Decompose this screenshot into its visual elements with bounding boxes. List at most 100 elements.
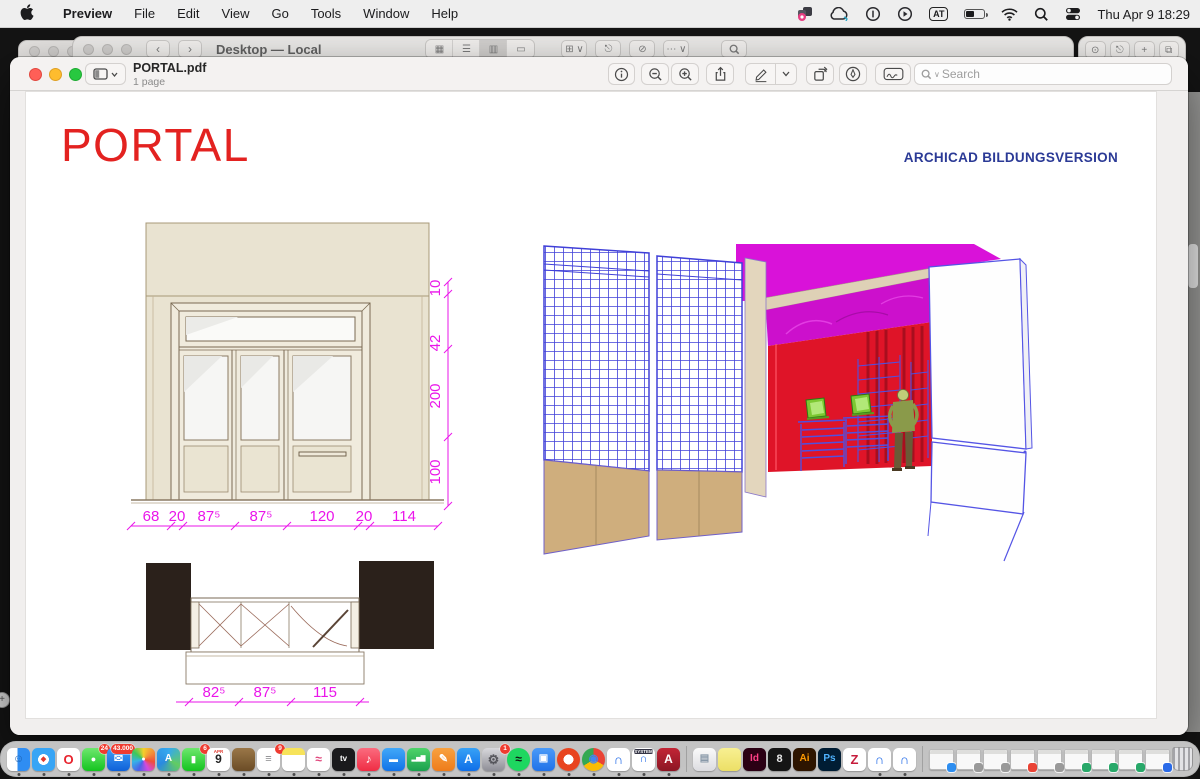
finder-forward-button[interactable]: ›: [178, 40, 202, 58]
highlight-pen-button[interactable]: [839, 63, 867, 85]
dock-zotero[interactable]: Z: [843, 748, 866, 771]
dock-music[interactable]: ♪: [357, 748, 380, 771]
view-gallery-icon[interactable]: ▭: [507, 40, 534, 58]
status-one-icon[interactable]: [865, 0, 881, 28]
search-input[interactable]: [942, 67, 1142, 81]
apple-menu-icon[interactable]: [20, 4, 34, 23]
menu-go[interactable]: Go: [260, 6, 299, 21]
dock-finder[interactable]: ☺: [7, 748, 30, 771]
dock-wave-app[interactable]: ≈: [307, 748, 330, 771]
finder-share-button[interactable]: ⎋: [595, 40, 621, 58]
dock-indesign[interactable]: Id: [743, 748, 766, 771]
dock-min-window-1[interactable]: [929, 749, 954, 770]
dock-calendar[interactable]: APR9: [207, 748, 230, 771]
menu-clock[interactable]: Thu Apr 9 18:29: [1097, 7, 1190, 22]
background-zoom-badge[interactable]: +: [0, 692, 10, 708]
dock-mail[interactable]: ✉43.000: [107, 748, 130, 771]
dock-min-window-9[interactable]: [1145, 749, 1170, 770]
menu-help[interactable]: Help: [420, 6, 469, 21]
dock-chrome[interactable]: ◉: [582, 748, 605, 771]
dock-autocad[interactable]: A: [657, 748, 680, 771]
finder-more-button[interactable]: ⋯ ∨: [663, 40, 689, 58]
dock-stickies[interactable]: [718, 748, 741, 771]
dock-trash-icon[interactable]: [1172, 747, 1193, 771]
menu-file[interactable]: File: [123, 6, 166, 21]
menu-tools[interactable]: Tools: [300, 6, 352, 21]
preview-titlebar[interactable]: PORTAL.pdf 1 page: [10, 57, 1188, 91]
pdf-page[interactable]: PORTAL ARCHICAD BILDUNGSVERSION: [25, 91, 1157, 719]
view-columns-icon[interactable]: ▥: [480, 40, 507, 58]
dock-opera[interactable]: O: [57, 748, 80, 771]
dock-apple-tv[interactable]: tv: [332, 748, 355, 771]
dock-spotify[interactable]: ≈: [507, 748, 530, 771]
finder-tag-button[interactable]: ⊘: [629, 40, 655, 58]
dock-zoom[interactable]: ▣: [532, 748, 555, 771]
battery-icon[interactable]: [964, 9, 985, 19]
finder-group-button[interactable]: ⊞ ∨: [561, 40, 587, 58]
dock-pages[interactable]: ✎: [432, 748, 455, 771]
dock-keynote[interactable]: ▬: [382, 748, 405, 771]
minimize-button[interactable]: [49, 68, 62, 81]
dock-min-window-5[interactable]: [1037, 749, 1062, 770]
dock-archicad-1[interactable]: ∩: [607, 748, 630, 771]
dock-facetime[interactable]: ▮6: [182, 748, 205, 771]
spotlight-search-icon[interactable]: [1034, 0, 1049, 28]
inactive-minimize-button[interactable]: [48, 46, 59, 57]
view-list-icon[interactable]: ☰: [453, 40, 480, 58]
control-center-icon[interactable]: [1065, 0, 1081, 28]
dock-messages[interactable]: ●24: [82, 748, 105, 771]
zoom-button[interactable]: [69, 68, 82, 81]
dock-min-window-6[interactable]: [1064, 749, 1089, 770]
status-app-icon[interactable]: [797, 0, 813, 28]
dock-translate[interactable]: A: [157, 748, 180, 771]
dock-min-window-4[interactable]: [1010, 749, 1035, 770]
signature-button[interactable]: [875, 63, 911, 85]
dock-min-window-3[interactable]: [983, 749, 1008, 770]
dock-archicad-system[interactable]: SYSTEM∩: [632, 748, 655, 771]
cloud-sync-icon[interactable]: [829, 0, 849, 28]
dock-adobe-cc[interactable]: [557, 748, 580, 771]
inactive-zoom-button[interactable]: [121, 44, 132, 55]
close-button[interactable]: [29, 68, 42, 81]
sliver-scroll-thumb[interactable]: [1188, 244, 1198, 288]
menu-view[interactable]: View: [211, 6, 261, 21]
share-button[interactable]: [706, 63, 734, 85]
dock-archicad-2[interactable]: ∩: [868, 748, 891, 771]
inactive-minimize-button[interactable]: [102, 44, 113, 55]
dock-reminders[interactable]: ≡9: [257, 748, 280, 771]
dock-min-window-2[interactable]: [956, 749, 981, 770]
keyboard-layout-indicator[interactable]: AT: [929, 7, 948, 21]
inactive-close-button[interactable]: [29, 46, 40, 57]
dock-settings[interactable]: ⚙1: [482, 748, 505, 771]
dock-min-window-7[interactable]: [1091, 749, 1116, 770]
menu-edit[interactable]: Edit: [166, 6, 210, 21]
wifi-icon[interactable]: [1001, 0, 1018, 28]
play-status-icon[interactable]: [897, 0, 913, 28]
dock-design-8[interactable]: 8: [768, 748, 791, 771]
zoom-out-button[interactable]: [641, 63, 669, 85]
dock-illustrator[interactable]: Ai: [793, 748, 816, 771]
dock-photoshop[interactable]: Ps: [818, 748, 841, 771]
dock-numbers[interactable]: ▂▅▇: [407, 748, 430, 771]
finder-back-button[interactable]: ‹: [146, 40, 170, 58]
view-icons-icon[interactable]: ▦: [426, 40, 453, 58]
sidebar-toggle-button[interactable]: [85, 63, 126, 85]
dock-safari[interactable]: ◆: [32, 748, 55, 771]
dock-archicad-3[interactable]: ∩: [893, 748, 916, 771]
menu-window[interactable]: Window: [352, 6, 420, 21]
markup-button[interactable]: [745, 63, 776, 85]
zoom-in-button[interactable]: [671, 63, 699, 85]
dock-notes[interactable]: [282, 748, 305, 771]
finder-search-button[interactable]: [721, 40, 747, 58]
dock-screenshot-app[interactable]: ▤: [693, 748, 716, 771]
dock-photos[interactable]: ●: [132, 748, 155, 771]
info-button[interactable]: [608, 63, 635, 85]
dock-journal[interactable]: [232, 748, 255, 771]
inactive-close-button[interactable]: [83, 44, 94, 55]
rotate-button[interactable]: [806, 63, 834, 85]
dock-min-window-8[interactable]: [1118, 749, 1143, 770]
menu-app-name[interactable]: Preview: [52, 6, 123, 21]
finder-view-switcher[interactable]: ▦ ☰ ▥ ▭: [425, 39, 535, 59]
markup-dropdown-chevron[interactable]: [776, 63, 797, 85]
dock-app-store[interactable]: A: [457, 748, 480, 771]
